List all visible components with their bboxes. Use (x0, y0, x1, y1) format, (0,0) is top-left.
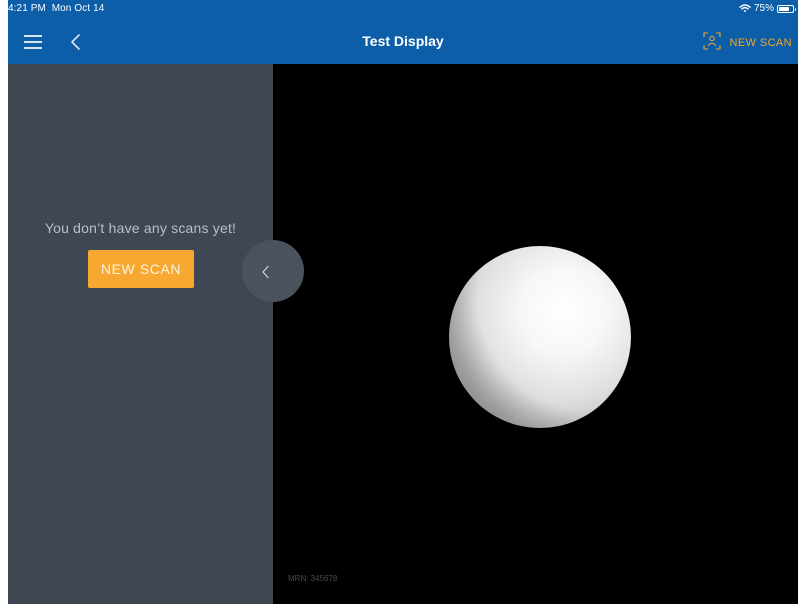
sphere-model[interactable] (449, 246, 631, 428)
status-indicators: 75% (739, 3, 796, 14)
chevron-left-icon (262, 265, 269, 279)
new-scan-nav-label: NEW SCAN (729, 36, 792, 49)
battery-fill (779, 6, 789, 11)
back-chevron-icon[interactable] (66, 32, 86, 52)
navigation-bar: Test Display NEW SCAN (8, 20, 798, 64)
battery-percent: 75% (753, 3, 774, 14)
battery-icon (777, 4, 796, 13)
3d-viewer[interactable]: MRN: 345678 (273, 64, 798, 604)
mrn-label: MRN: 345678 (288, 574, 338, 583)
new-scan-button[interactable]: NEW SCAN (88, 250, 194, 288)
new-scan-nav-button[interactable]: NEW SCAN (702, 31, 792, 54)
status-date: Mon Oct 14 (51, 3, 105, 14)
empty-state-message: You don’t have any scans yet! (44, 220, 237, 236)
hamburger-menu-icon[interactable] (24, 34, 42, 50)
status-bar: 4:21 PM Mon Oct 14 75% (8, 0, 798, 20)
status-time-date: 4:21 PM Mon Oct 14 (8, 3, 104, 14)
scan-list-sidebar: You don’t have any scans yet! NEW SCAN (8, 64, 273, 604)
page-title: Test Display (362, 33, 444, 49)
scan-frame-icon (702, 31, 722, 54)
sidebar-collapse-handle[interactable] (242, 240, 304, 302)
wifi-icon (739, 4, 751, 13)
status-time: 4:21 PM (8, 3, 46, 14)
app-frame: 4:21 PM Mon Oct 14 75% Test Display NEW … (8, 0, 798, 604)
